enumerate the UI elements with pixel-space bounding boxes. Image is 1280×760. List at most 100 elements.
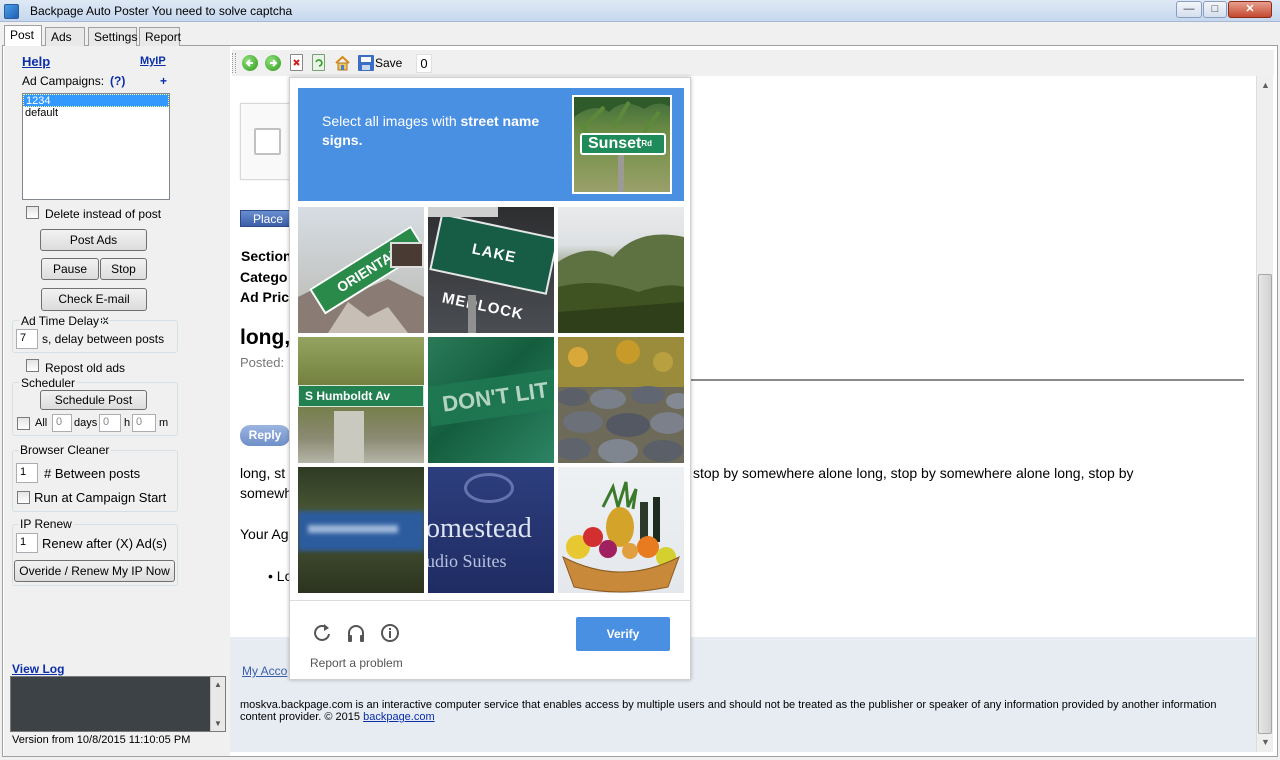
refresh-icon[interactable] <box>312 54 325 71</box>
stop-icon[interactable] <box>290 54 303 71</box>
days-label: days <box>74 417 98 429</box>
tab-post[interactable]: Post <box>4 25 42 46</box>
tile-sign-text: S Humboldt Av <box>298 385 424 407</box>
tab-report[interactable]: Report <box>139 27 181 46</box>
verify-button[interactable]: Verify <box>576 617 670 651</box>
check-email-button[interactable]: Check E-mail Inbox <box>41 288 147 327</box>
ad-title: long, <box>240 326 291 349</box>
log-scrollbar[interactable]: ▲ ▼ <box>210 677 225 731</box>
back-arrow-icon[interactable] <box>242 55 258 71</box>
my-account-link[interactable]: My Acco <box>242 664 287 678</box>
ad-price-label: Ad Pric <box>240 289 290 305</box>
tile-sign-text: omestead <box>428 513 532 544</box>
scheduler-label: Scheduler <box>19 376 78 390</box>
captcha-tile[interactable] <box>298 467 424 593</box>
report-problem-link[interactable]: Report a problem <box>310 656 403 670</box>
hours-label: h <box>124 417 131 429</box>
headphones-icon[interactable] <box>346 623 366 643</box>
campaign-item[interactable]: 1234 <box>23 94 169 107</box>
captcha-tile[interactable]: DON'T LIT <box>428 337 554 463</box>
home-icon[interactable] <box>334 55 350 71</box>
myip-link[interactable]: MyIP <box>140 55 166 67</box>
scheduler-all-checkbox[interactable] <box>17 417 30 430</box>
body-text-left: long, st <box>240 465 286 481</box>
campaigns-help-link[interactable]: (?) <box>110 74 125 88</box>
run-at-start-checkbox[interactable] <box>17 491 30 504</box>
repost-old-checkbox[interactable] <box>26 359 39 372</box>
tile-blurry-text <box>308 525 398 533</box>
campaign-item[interactable]: default <box>23 107 169 120</box>
save-label[interactable]: Save <box>375 56 402 70</box>
recaptcha-checkbox[interactable] <box>254 128 281 155</box>
renew-after-label: Renew after (X) Ad(s) <box>42 536 167 551</box>
ip-renew-label: IP Renew <box>18 517 74 531</box>
log-output[interactable]: ▲ ▼ <box>10 676 226 732</box>
delay-input[interactable]: 7 <box>16 329 38 349</box>
days-input[interactable]: 0 <box>52 414 72 432</box>
tile-sign-text: DON'T LIT <box>428 367 554 427</box>
tile-sign-subtext: udio Suites <box>428 551 507 571</box>
help-link[interactable]: Help <box>22 54 50 69</box>
post-ads-button[interactable]: Post Ads <box>40 229 147 251</box>
captcha-tile[interactable] <box>558 337 684 463</box>
hours-input[interactable]: 0 <box>99 414 121 432</box>
info-icon[interactable] <box>380 623 400 643</box>
schedule-post-button[interactable]: Schedule Post <box>40 390 147 410</box>
captcha-tile[interactable]: omestead udio Suites <box>428 467 554 593</box>
stop-button[interactable]: Stop <box>100 258 147 280</box>
campaign-list[interactable]: 1234 default <box>22 93 170 200</box>
tile-sign-dark <box>390 242 424 268</box>
scroll-down-icon[interactable]: ▼ <box>214 719 222 728</box>
close-button[interactable]: ✕ <box>1228 1 1272 18</box>
reply-button[interactable]: Reply <box>240 425 290 446</box>
save-icon[interactable] <box>358 55 374 71</box>
delete-instead-checkbox[interactable] <box>26 206 39 219</box>
captcha-tile[interactable] <box>558 207 684 333</box>
version-text: Version from 10/8/2015 11:10:05 PM <box>12 734 191 746</box>
section-label: Section <box>241 248 292 264</box>
window-title: Backpage Auto Poster You need to solve c… <box>30 4 293 18</box>
tab-ads[interactable]: Ads <box>45 27 85 46</box>
footer-link[interactable]: backpage.com <box>363 711 435 723</box>
captcha-tile[interactable] <box>558 467 684 593</box>
body-text-right: stop by somewhere alone long, stop by so… <box>693 465 1134 481</box>
scroll-down-icon[interactable]: ▼ <box>1261 737 1270 747</box>
captcha-dialog: Select all images with street name signs… <box>289 77 691 680</box>
browser-cleaner-label: Browser Cleaner <box>18 443 112 457</box>
between-posts-input[interactable]: 1 <box>16 463 38 483</box>
browser-scrollbar[interactable]: ▲ ▼ <box>1256 76 1273 752</box>
place-ad-button[interactable]: Place A <box>240 210 292 240</box>
posted-label: Posted: <box>240 355 285 370</box>
minimize-button[interactable]: — <box>1176 1 1202 18</box>
renew-after-input[interactable]: 1 <box>16 533 38 553</box>
category-label: Catego <box>240 269 288 285</box>
minutes-input[interactable]: 0 <box>132 414 156 432</box>
counter-display: 0 <box>416 54 432 73</box>
divider <box>689 379 1244 381</box>
between-posts-label: # Between posts <box>44 466 141 481</box>
pause-button[interactable]: Pause <box>41 258 99 280</box>
your-ad-text: Your Ag <box>240 526 289 542</box>
repost-old-label: Repost old ads <box>45 361 126 375</box>
minutes-label: m <box>159 417 169 429</box>
override-renew-ip-button[interactable]: Overide / Renew My IP Now <box>14 560 175 582</box>
scroll-up-icon[interactable]: ▲ <box>1261 80 1270 90</box>
body-text-line2: somewh <box>240 485 293 501</box>
captcha-sample-image: SunsetRd <box>572 95 672 194</box>
captcha-tile[interactable]: S Humboldt Av <box>298 337 424 463</box>
delay-label: s, delay between posts <box>42 332 165 346</box>
view-log-link[interactable]: View Log <box>12 662 64 676</box>
tile-sign-top <box>428 207 498 217</box>
add-campaign-link[interactable]: + <box>160 74 167 88</box>
scrollbar-thumb[interactable] <box>1258 274 1272 734</box>
captcha-tile[interactable]: LAKE MEDLOCK <box>428 207 554 333</box>
scheduler-all-label: All <box>35 417 48 429</box>
sample-sign-text: Sunset <box>588 135 642 152</box>
captcha-prompt: Select all images with street name signs… <box>322 112 552 150</box>
maximize-button[interactable]: □ <box>1203 1 1227 18</box>
tab-settings[interactable]: Settings <box>88 27 137 46</box>
captcha-tile[interactable]: ORIENTAL <box>298 207 424 333</box>
scroll-up-icon[interactable]: ▲ <box>214 680 222 689</box>
forward-arrow-icon[interactable] <box>265 55 281 71</box>
reload-icon[interactable] <box>312 623 332 643</box>
